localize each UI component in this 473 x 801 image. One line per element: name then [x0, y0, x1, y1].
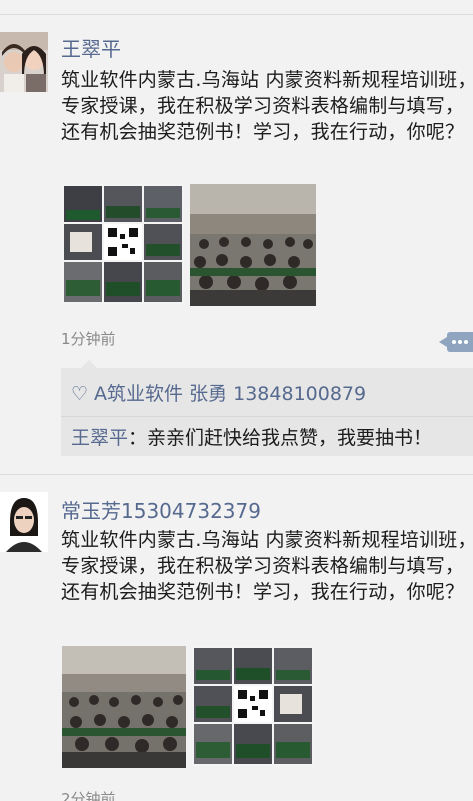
likes-names[interactable]: A筑业软件 张勇 13848100879: [94, 383, 366, 405]
comment-text: 亲亲们赶快给我点赞，我要抽书！: [147, 427, 433, 449]
post-photo[interactable]: [192, 646, 314, 766]
post-photo[interactable]: [62, 646, 186, 768]
post-time: 1分钟前: [61, 330, 116, 348]
post-photo[interactable]: [62, 184, 184, 304]
post-author[interactable]: 常玉芳15304732379: [61, 495, 261, 524]
post-photo[interactable]: [190, 184, 316, 306]
post-author[interactable]: 王翠平: [61, 33, 121, 62]
post-text: 筑业软件内蒙古.乌海站 内蒙资料新规程培训班，专家授课，我在积极学习资料表格编制…: [61, 69, 473, 143]
comment-author[interactable]: 王翠平: [71, 427, 128, 449]
feed-post: 王翠平 筑业软件内蒙古.乌海站 内蒙资料新规程培训班，专家授课，我在积极学习资料…: [0, 0, 473, 470]
post-time: 2分钟前: [61, 790, 116, 801]
avatar[interactable]: [0, 492, 48, 552]
moments-feed: 王翠平 筑业软件内蒙古.乌海站 内蒙资料新规程培训班，专家授课，我在积极学习资料…: [0, 0, 473, 801]
feed-post: 常玉芳15304732379 筑业软件内蒙古.乌海站 内蒙资料新规程培训班，专家…: [0, 474, 473, 801]
avatar[interactable]: [0, 32, 48, 92]
likes-row: ♡ A筑业软件 张勇 13848100879: [71, 379, 366, 406]
more-dots-icon[interactable]: [439, 332, 473, 352]
post-text: 筑业软件内蒙古.乌海站 内蒙资料新规程培训班，专家授课，我在积极学习资料表格编制…: [61, 529, 473, 603]
comment-box: ♡ A筑业软件 张勇 13848100879 王翠平：亲亲们赶快给我点赞，我要抽书…: [61, 360, 473, 456]
comment-separator: ：: [128, 427, 148, 449]
heart-icon: ♡: [71, 383, 89, 405]
comment-item[interactable]: 王翠平：亲亲们赶快给我点赞，我要抽书！: [71, 423, 432, 450]
comment-divider: [61, 416, 473, 417]
